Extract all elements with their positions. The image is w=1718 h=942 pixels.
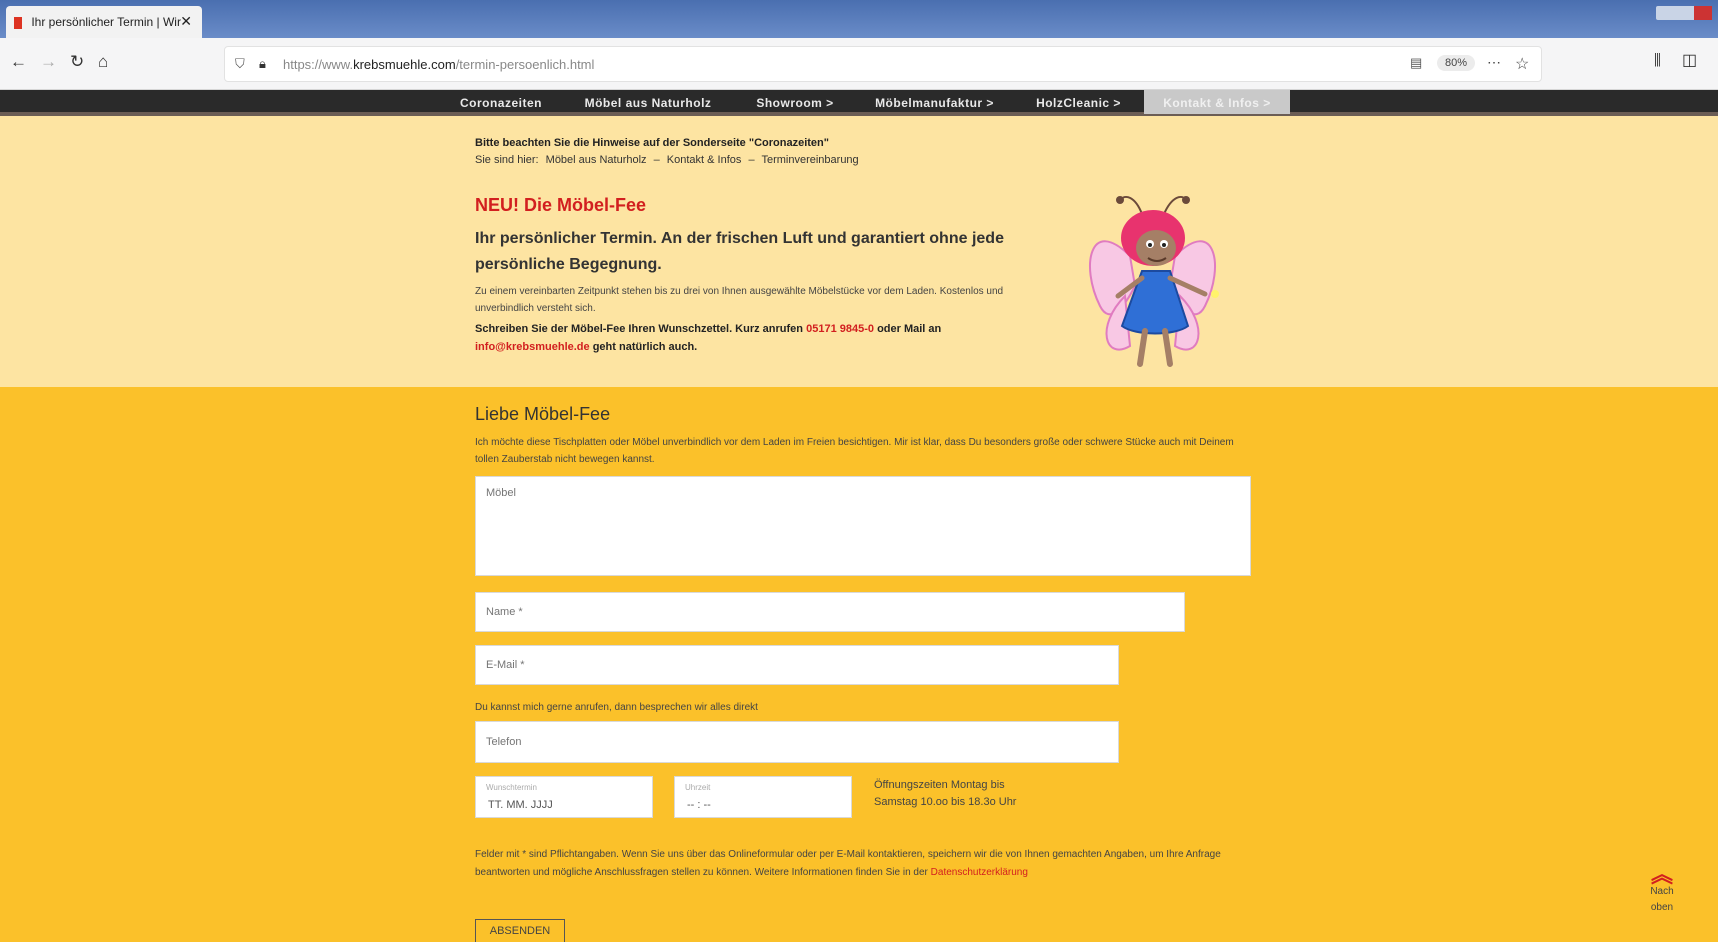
forward-icon[interactable]: → [40, 52, 57, 72]
bookmark-star-icon[interactable]: ☆ [1515, 54, 1529, 74]
breadcrumb-separator: – [748, 154, 755, 166]
reload-icon[interactable]: ↻ [70, 52, 84, 72]
privacy-notice: Felder mit * sind Pflichtangaben. Wenn S… [475, 849, 1221, 878]
menu-item-moebelmanufaktur[interactable]: Möbelmanufaktur > [856, 90, 1013, 114]
menu-item-holzcleanic[interactable]: HolzCleanic > [1013, 90, 1144, 114]
browser-tab[interactable]: Ihr persönlicher Termin | Wir ✕ [6, 6, 202, 38]
submit-button[interactable]: ABSENDEN [475, 919, 565, 942]
menu-item-kontakt-infos[interactable]: Kontakt & Infos > [1144, 90, 1290, 114]
time-value[interactable]: -- : -- [687, 799, 711, 811]
close-tab-icon[interactable]: ✕ [180, 13, 192, 30]
breadcrumb: Sie sind hier: Möbel aus Naturholz – Kon… [475, 154, 863, 166]
window-close-icon[interactable] [1694, 6, 1712, 20]
browser-navbar: ← → ↻ ⌂ ⛉ 🔒︎ https://www.krebsmuehle.com… [0, 38, 1718, 90]
form-intro: Ich möchte diese Tischplatten oder Möbel… [475, 437, 1234, 465]
page-headline: Ihr persönlicher Termin. An der frischen… [475, 230, 1004, 273]
date-field[interactable]: Wunschtermin TT. MM. JJJJ [475, 776, 653, 818]
site-favicon-icon [14, 16, 22, 29]
time-field[interactable]: Uhrzeit -- : -- [674, 776, 852, 818]
email-field[interactable] [475, 645, 1119, 685]
sidebar-icon[interactable]: ◫ [1682, 50, 1697, 70]
reader-view-icon[interactable]: ▤ [1410, 55, 1422, 71]
menu-item-coronazeiten[interactable]: Coronazeiten [440, 90, 562, 114]
phone-link[interactable]: 05171 9845-0 [806, 323, 874, 335]
corona-note[interactable]: Bitte beachten Sie die Hinweise auf der … [475, 137, 829, 149]
privacy-link[interactable]: Datenschutzerklärung [931, 867, 1028, 878]
date-value[interactable]: TT. MM. JJJJ [488, 799, 553, 811]
form-heading: Liebe Möbel-Fee [475, 404, 611, 424]
library-icon[interactable]: ⫼ [1654, 52, 1661, 69]
back-to-top-button[interactable]: ︽ Nach oben [1640, 862, 1684, 916]
phone-hint: Du kannst mich gerne anrufen, dann bespr… [475, 702, 758, 713]
date-label: Wunschtermin [486, 783, 537, 792]
info-section: Bitte beachten Sie die Hinweise auf der … [0, 116, 1718, 387]
double-chevron-up-icon: ︽ [1650, 862, 1673, 887]
moebel-fee-illustration [1089, 196, 1219, 367]
lock-icon[interactable]: 🔒︎ [259, 56, 266, 72]
browser-tab-bar: Ihr persönlicher Termin | Wir ✕ [0, 0, 1718, 38]
breadcrumb-item-termin[interactable]: Terminvereinbarung [761, 154, 858, 166]
furniture-textarea[interactable] [475, 476, 1251, 576]
address-bar[interactable]: ⛉ 🔒︎ https://www.krebsmuehle.com/termin-… [224, 46, 1542, 82]
opening-hours: Öffnungszeiten Montag bis Samstag 10.oo … [874, 779, 1017, 808]
name-field[interactable] [475, 592, 1185, 632]
tracking-shield-icon[interactable]: ⛉ [235, 56, 245, 72]
breadcrumb-separator: – [653, 154, 660, 166]
zoom-level[interactable]: 80% [1437, 55, 1476, 71]
neu-title: NEU! Die Möbel-Fee [475, 195, 647, 215]
breadcrumb-item-moebel[interactable]: Möbel aus Naturholz [546, 154, 647, 166]
contact-text: Schreiben Sie der Möbel-Fee Ihren Wunsch… [475, 323, 942, 353]
menu-item-moebel-naturholz[interactable]: Möbel aus Naturholz [562, 90, 734, 114]
home-icon[interactable]: ⌂ [98, 52, 108, 72]
page-actions-icon[interactable]: ⋯ [1487, 54, 1501, 71]
breadcrumb-item-kontakt[interactable]: Kontakt & Infos [667, 154, 742, 166]
time-label: Uhrzeit [685, 783, 711, 792]
breadcrumb-prefix: Sie sind hier: [475, 154, 539, 166]
email-link[interactable]: info@krebsmuehle.de [475, 341, 590, 353]
back-icon[interactable]: ← [10, 52, 27, 72]
site-menu: Coronazeiten Möbel aus Naturholz Showroo… [0, 90, 1718, 116]
tab-title: Ihr persönlicher Termin | Wir [31, 15, 181, 29]
phone-field[interactable] [475, 721, 1119, 763]
url-text[interactable]: https://www.krebsmuehle.com/termin-perso… [283, 57, 594, 72]
menu-item-showroom[interactable]: Showroom > [734, 90, 856, 114]
description: Zu einem vereinbarten Zeitpunkt stehen b… [475, 286, 1004, 314]
window-controls[interactable] [1656, 6, 1712, 20]
